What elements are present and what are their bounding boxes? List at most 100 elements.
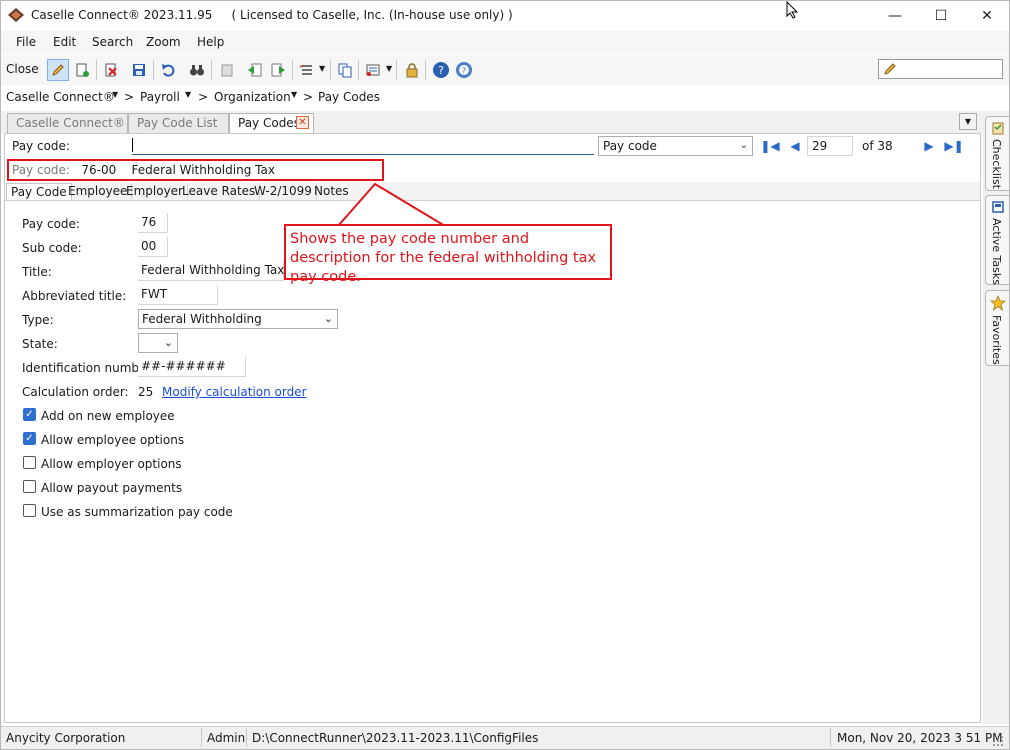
duplicate-icon[interactable] bbox=[334, 59, 356, 81]
type-value: Federal Withholding bbox=[142, 312, 262, 326]
allow-payout-payments-checkbox[interactable] bbox=[23, 480, 36, 493]
edit-pencil-icon[interactable] bbox=[47, 59, 69, 81]
chevron-down-icon[interactable]: ▼ bbox=[112, 90, 118, 99]
calculation-order-label: Calculation order: bbox=[22, 385, 129, 399]
annotation-callout: Shows the pay code number and descriptio… bbox=[284, 224, 612, 285]
subtab-pay-code[interactable]: Pay Code bbox=[6, 183, 72, 200]
help-icon[interactable]: ? bbox=[430, 59, 452, 81]
breadcrumb-item-payroll[interactable]: Payroll bbox=[140, 90, 180, 104]
toolbar-search-input[interactable] bbox=[878, 59, 1003, 79]
prev-doc-icon[interactable] bbox=[244, 59, 266, 81]
minimize-icon[interactable]: — bbox=[872, 0, 918, 31]
status-organization: Anycity Corporation bbox=[6, 731, 126, 745]
side-tab-favorites[interactable]: Favorites bbox=[985, 290, 1009, 366]
allow-employer-options-label: Allow employer options bbox=[41, 457, 182, 471]
find-binoculars-icon[interactable] bbox=[186, 59, 208, 81]
status-datetime: Mon, Nov 20, 2023 3 51 PM bbox=[837, 731, 1003, 745]
lookup-by-select[interactable]: Pay code ⌄ bbox=[598, 136, 753, 156]
tab-list-dropdown-icon[interactable]: ▼ bbox=[959, 113, 977, 130]
svg-text:?: ? bbox=[438, 64, 444, 77]
allow-employee-options-checkbox[interactable]: ✓ bbox=[23, 432, 36, 445]
active-tasks-icon bbox=[992, 201, 1004, 213]
menu-help[interactable]: Help bbox=[197, 35, 224, 49]
menu-edit[interactable]: Edit bbox=[53, 35, 76, 49]
subtab-leave-rates[interactable]: Leave Rates bbox=[178, 183, 261, 200]
toolbar-separator bbox=[425, 60, 426, 80]
previous-record-icon[interactable]: ◀ bbox=[787, 138, 803, 154]
use-as-summarization-checkbox[interactable] bbox=[23, 504, 36, 517]
modify-calculation-order-link[interactable]: Modify calculation order bbox=[162, 385, 307, 399]
side-tab-active-tasks[interactable]: Active Tasks bbox=[985, 195, 1009, 285]
state-select[interactable]: ⌄ bbox=[138, 333, 178, 353]
status-divider bbox=[201, 728, 202, 747]
toolbar-separator bbox=[211, 60, 212, 80]
chevron-down-icon: ⌄ bbox=[163, 336, 173, 349]
close-button[interactable]: Close bbox=[6, 62, 39, 76]
toolbar-separator bbox=[396, 60, 397, 80]
toolbar-separator bbox=[96, 60, 97, 80]
text-caret bbox=[132, 138, 133, 152]
allow-payout-payments-label: Allow payout payments bbox=[41, 481, 183, 495]
next-doc-icon[interactable] bbox=[267, 59, 289, 81]
pay-code-lookup-input[interactable] bbox=[132, 136, 594, 155]
delete-icon[interactable] bbox=[100, 59, 122, 81]
title-field[interactable]: Federal Withholding Tax bbox=[138, 261, 284, 281]
window-title: Caselle Connect® 2023.11.95 ( Licensed t… bbox=[31, 8, 513, 22]
identification-number-field[interactable]: ##-###### bbox=[138, 357, 246, 377]
resize-grip-icon[interactable] bbox=[992, 735, 1004, 747]
menu-zoom[interactable]: Zoom bbox=[146, 35, 181, 49]
toolbar-separator bbox=[292, 60, 293, 80]
callout-pointer bbox=[335, 182, 449, 227]
record-lookup-label: Pay code: bbox=[12, 139, 70, 153]
whats-this-icon[interactable]: ? bbox=[453, 59, 475, 81]
chevron-down-icon[interactable]: ▼ bbox=[291, 90, 297, 99]
menu-search[interactable]: Search bbox=[92, 35, 133, 49]
pay-code-label: Pay code: bbox=[22, 217, 80, 231]
edit-pencil-icon bbox=[884, 63, 896, 75]
save-icon[interactable] bbox=[128, 59, 150, 81]
side-tab-checklist-label: Checklist bbox=[990, 139, 1003, 189]
record-count: of 38 bbox=[862, 139, 893, 153]
tab-pay-code-list[interactable]: Pay Code List bbox=[128, 113, 229, 133]
chevron-down-icon[interactable]: ▼ bbox=[319, 64, 325, 73]
list-options-icon[interactable] bbox=[296, 59, 318, 81]
breadcrumb-item-home[interactable]: Caselle Connect® bbox=[6, 90, 115, 104]
breadcrumb-item-pay-codes[interactable]: Pay Codes bbox=[318, 90, 380, 104]
undo-icon[interactable] bbox=[157, 59, 179, 81]
subtab-w2-1099[interactable]: W-2/1099 bbox=[250, 183, 317, 200]
report-options-icon[interactable] bbox=[362, 59, 384, 81]
add-on-new-employee-checkbox[interactable]: ✓ bbox=[23, 408, 36, 421]
toolbar-separator bbox=[330, 60, 331, 80]
chevron-down-icon: ⌄ bbox=[739, 140, 748, 151]
lock-icon[interactable] bbox=[401, 59, 423, 81]
toolbar-separator bbox=[358, 60, 359, 80]
record-number-input[interactable]: 29 bbox=[807, 136, 853, 156]
chevron-down-icon[interactable]: ▼ bbox=[386, 64, 392, 73]
breadcrumb-item-organization[interactable]: Organization bbox=[214, 90, 291, 104]
sub-code-field[interactable]: 00 bbox=[138, 237, 168, 257]
side-tab-checklist[interactable]: Checklist bbox=[985, 116, 1009, 191]
menu-file[interactable]: File bbox=[16, 35, 36, 49]
first-record-icon[interactable]: ❚◀ bbox=[760, 138, 779, 154]
copy-doc-icon[interactable] bbox=[216, 59, 238, 81]
maximize-icon[interactable]: ☐ bbox=[918, 0, 964, 31]
allow-employee-options-label: Allow employee options bbox=[41, 433, 185, 447]
close-tab-icon[interactable]: ✕ bbox=[296, 116, 309, 129]
side-tab-active-tasks-label: Active Tasks bbox=[990, 218, 1003, 285]
side-tab-favorites-label: Favorites bbox=[990, 315, 1003, 365]
last-record-icon[interactable]: ▶❚ bbox=[944, 138, 963, 154]
status-divider bbox=[830, 728, 831, 747]
tab-caselle-connect[interactable]: Caselle Connect® bbox=[7, 113, 128, 133]
breadcrumb-separator: > bbox=[124, 90, 135, 104]
status-divider bbox=[246, 728, 247, 747]
abbreviated-title-field[interactable]: FWT bbox=[138, 285, 218, 305]
chevron-down-icon[interactable]: ▼ bbox=[185, 90, 191, 99]
new-record-icon[interactable] bbox=[71, 59, 93, 81]
type-select[interactable]: Federal Withholding ⌄ bbox=[138, 309, 338, 329]
close-window-icon[interactable]: ✕ bbox=[964, 0, 1010, 31]
next-record-icon[interactable]: ▶ bbox=[921, 138, 937, 154]
sub-code-label: Sub code: bbox=[22, 241, 82, 255]
allow-employer-options-checkbox[interactable] bbox=[23, 456, 36, 469]
title-label: Title: bbox=[22, 265, 52, 279]
pay-code-field[interactable]: 76 bbox=[138, 213, 168, 233]
